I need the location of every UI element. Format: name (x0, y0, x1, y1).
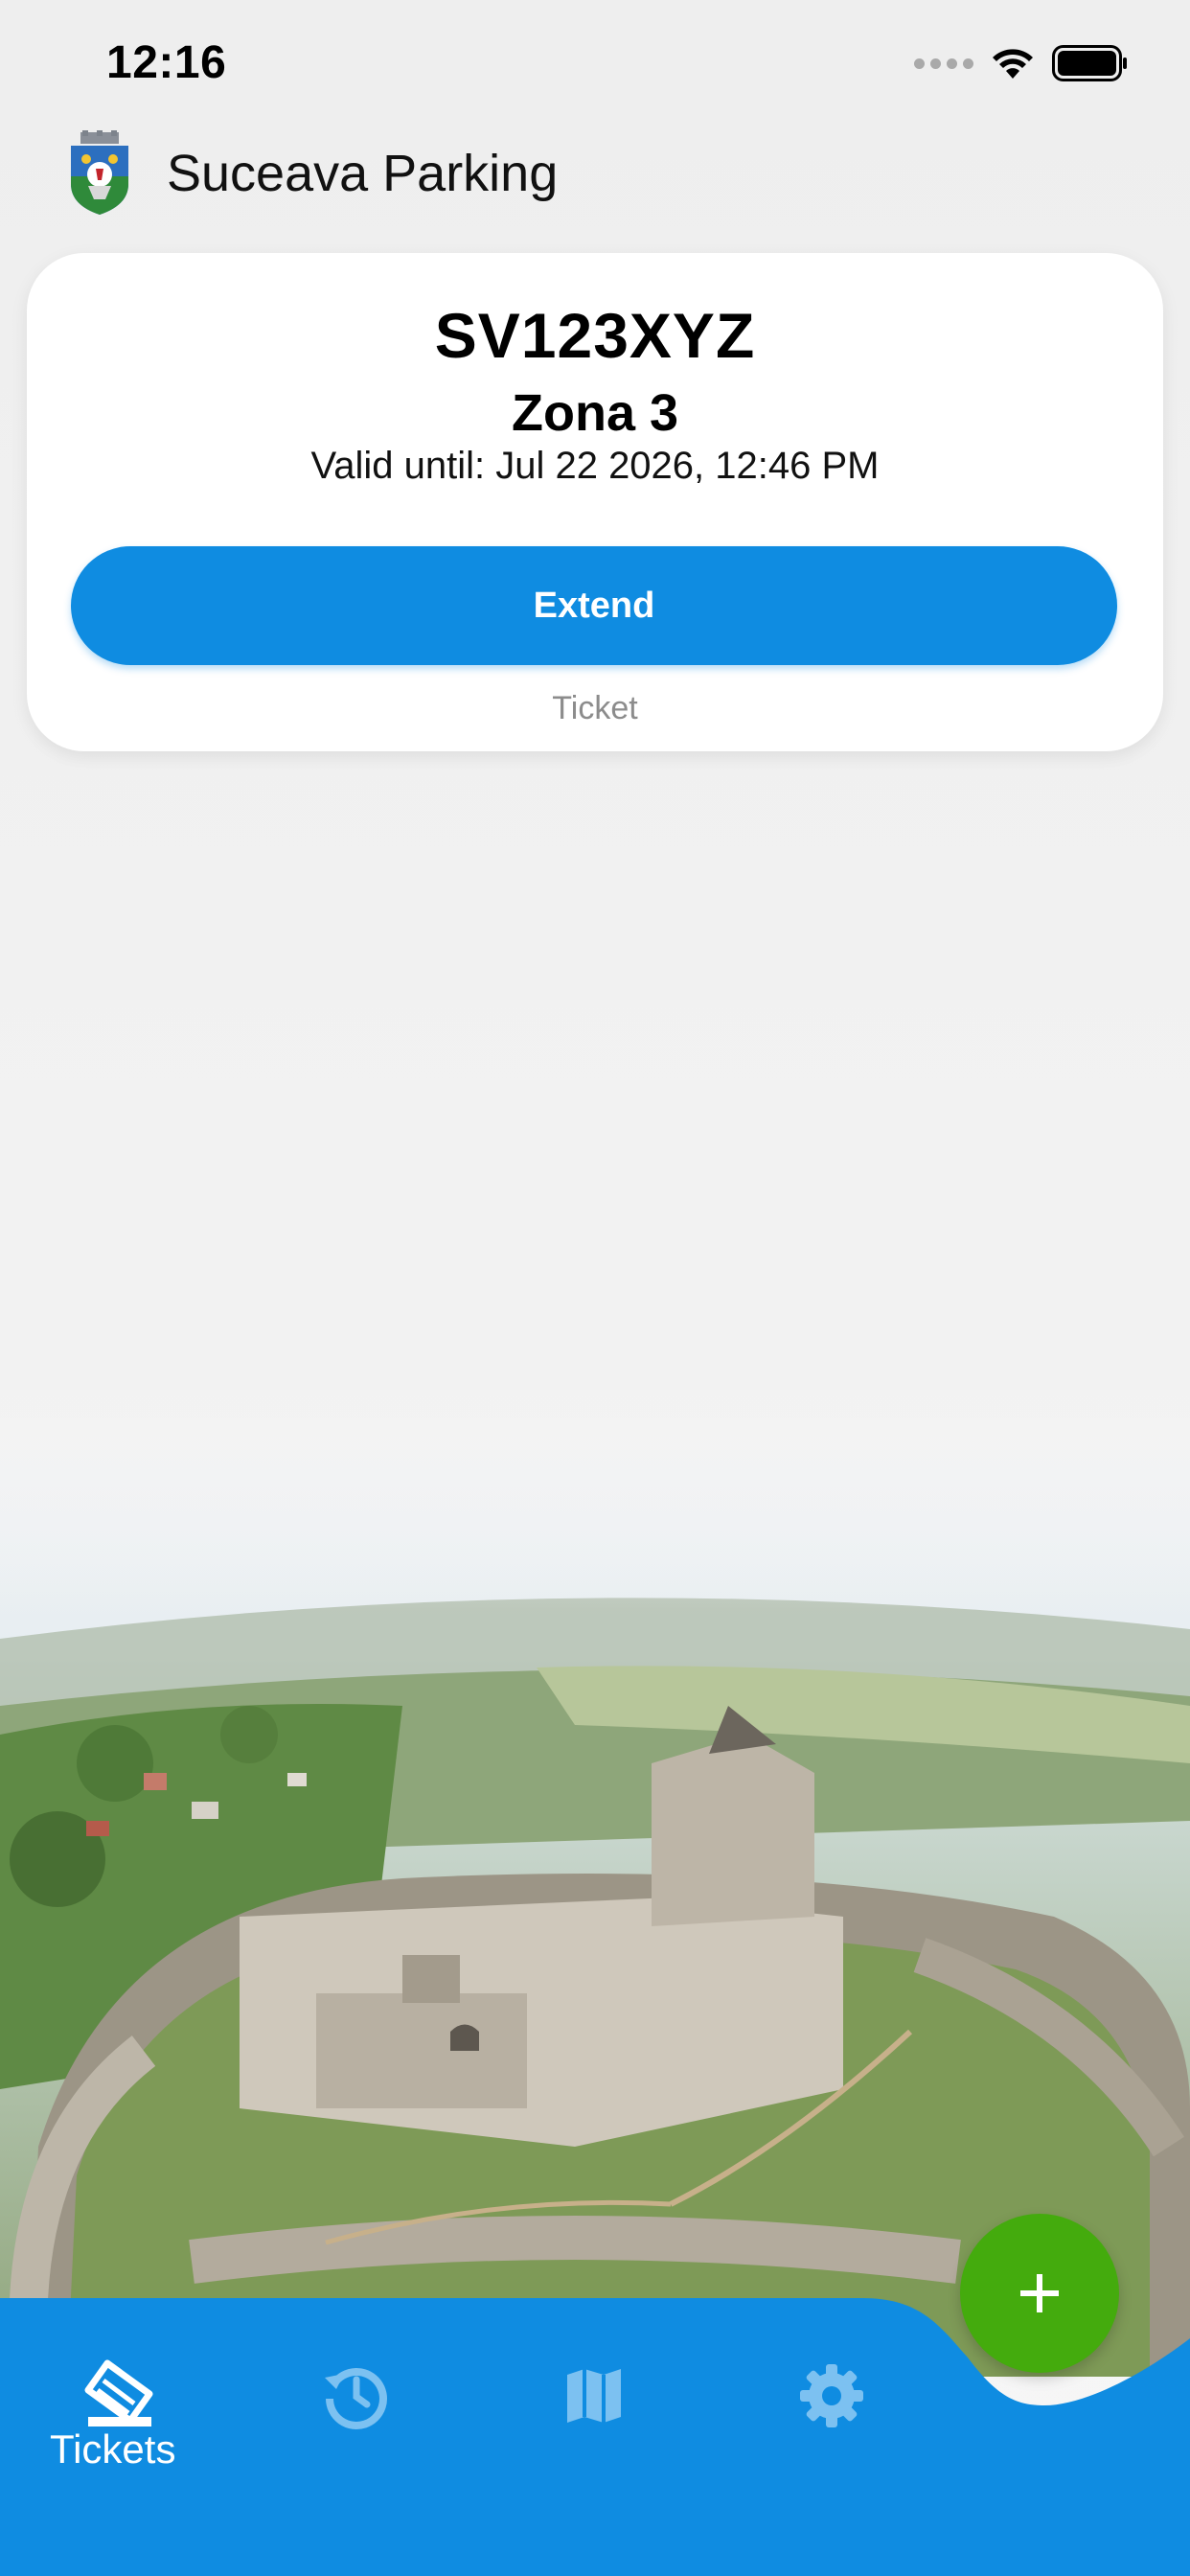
parking-zone: Zona 3 (511, 384, 679, 442)
app-screen: 12:16 Suceava Parking SV123XYZ Zona 3 Va… (0, 0, 1190, 2576)
extend-button[interactable]: Extend (71, 546, 1117, 665)
app-title: Suceava Parking (167, 145, 559, 202)
wifi-icon (993, 49, 1033, 79)
nav-tab-history[interactable] (299, 2338, 414, 2453)
map-icon (567, 2369, 621, 2423)
license-plate: SV123XYZ (434, 300, 756, 371)
nav-tab-tickets-label: Tickets (50, 2426, 176, 2472)
ticket-caption: Ticket (552, 690, 638, 726)
nav-tab-settings[interactable] (774, 2338, 889, 2453)
tickets-icon (84, 2359, 153, 2426)
city-crest-logo (71, 130, 128, 215)
gear-icon (800, 2364, 863, 2427)
status-time: 12:16 (106, 37, 227, 88)
add-ticket-button[interactable] (960, 2214, 1119, 2373)
history-icon (325, 2367, 387, 2429)
status-icons (914, 42, 1129, 84)
active-ticket-card: SV123XYZ Zona 3 Valid until: Jul 22 2026… (27, 253, 1163, 751)
battery-icon (1052, 45, 1127, 81)
plus-icon (1020, 2274, 1059, 2312)
cellular-signal-icon (914, 58, 973, 69)
valid-until-text: Valid until: Jul 22 2026, 12:46 PM (310, 445, 880, 487)
nav-tab-map[interactable] (537, 2338, 652, 2453)
